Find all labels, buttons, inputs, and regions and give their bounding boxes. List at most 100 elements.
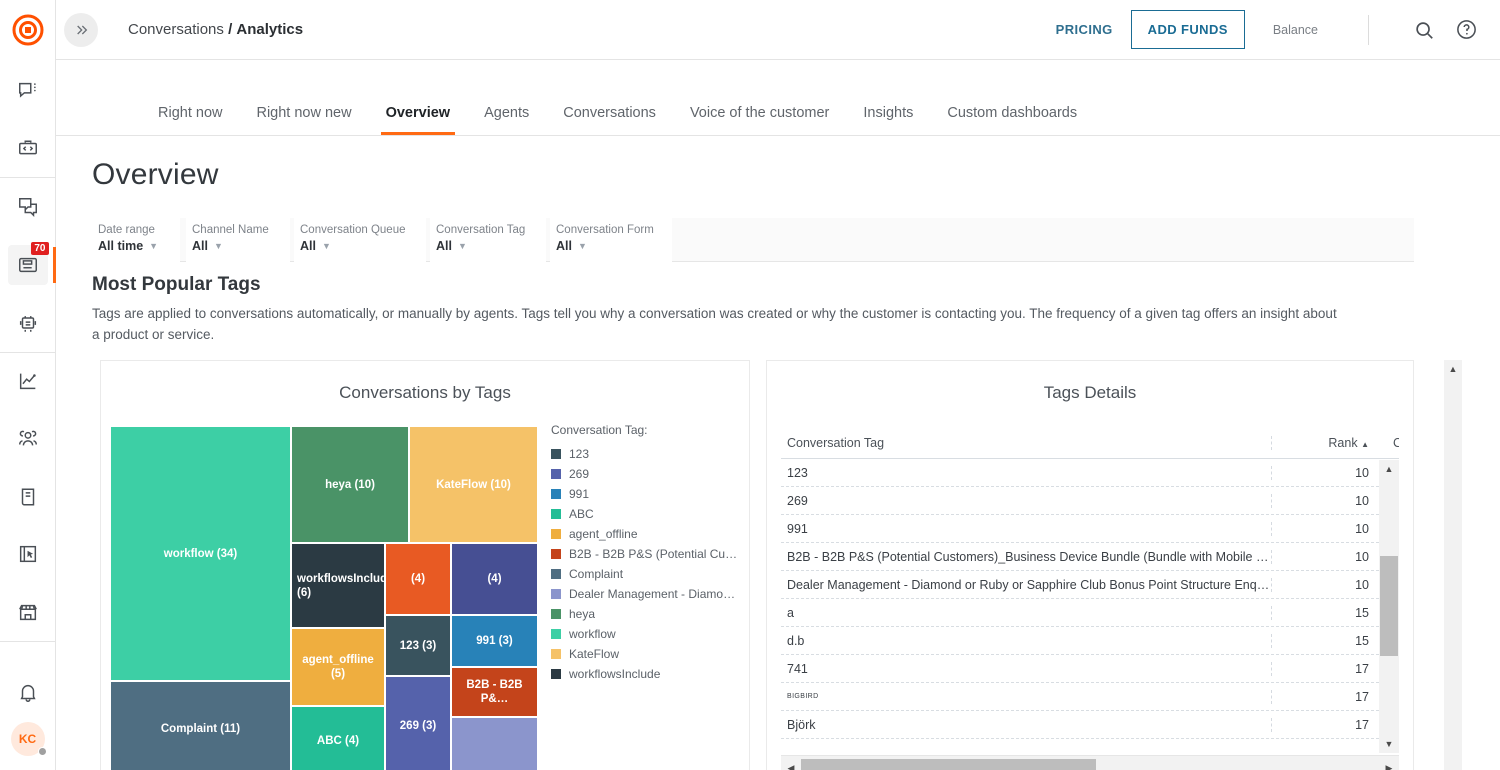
filter-value[interactable]: All▼ <box>300 239 416 253</box>
robot-icon <box>17 312 39 334</box>
legend-item[interactable]: 269 <box>551 464 741 484</box>
table-scroll-up-arrow[interactable]: ▲ <box>1379 460 1399 478</box>
table-row[interactable]: d.b15 <box>781 627 1399 655</box>
table-row[interactable]: B2B - B2B P&S (Potential Customers)_Busi… <box>781 543 1399 571</box>
page-scroll-up-arrow[interactable]: ▲ <box>1444 360 1462 378</box>
tab-conversations[interactable]: Conversations <box>563 105 656 135</box>
expand-sidebar-button[interactable] <box>64 13 98 47</box>
treemap-chart[interactable]: workflow (34)Complaint (11) heya (10)Kate… <box>111 427 539 770</box>
treemap-cell[interactable]: 269 (3) <box>386 677 452 770</box>
page-title: Overview <box>92 158 1500 192</box>
filter-conversation-form[interactable]: Conversation FormAll▼ <box>550 218 672 262</box>
legend-item[interactable]: B2B - B2B P&S (Potential Cust… <box>551 544 741 564</box>
column-header-rank[interactable]: Rank ▲ <box>1271 436 1379 450</box>
treemap-cell[interactable]: B2B - B2B P&… <box>452 668 539 718</box>
legend-item[interactable]: 123 <box>551 444 741 464</box>
treemap-cell[interactable]: 991 (3) <box>452 616 539 668</box>
table-scroll-left-arrow[interactable]: ◀ <box>781 756 801 770</box>
legend-label: 123 <box>569 447 589 461</box>
tab-insights[interactable]: Insights <box>863 105 913 135</box>
sidebar-item-reports[interactable] <box>8 362 48 402</box>
legend-item[interactable]: ABC <box>551 504 741 524</box>
sidebar-item-marketplace[interactable] <box>8 592 48 632</box>
table-horizontal-scroll-thumb[interactable] <box>801 759 1096 770</box>
filter-value[interactable]: All time▼ <box>98 239 170 253</box>
filter-channel-name[interactable]: Channel NameAll▼ <box>186 218 290 262</box>
legend-item[interactable]: 991 <box>551 484 741 504</box>
cell-rank: 15 <box>1271 634 1379 648</box>
treemap-cell[interactable] <box>452 718 539 770</box>
table-row[interactable]: 99110 <box>781 515 1399 543</box>
filter-value-text: All <box>192 239 208 253</box>
treemap-cell[interactable]: KateFlow (10) <box>410 427 539 544</box>
column-header-conversations[interactable]: Conversa <box>1379 436 1399 450</box>
legend-item[interactable]: heya <box>551 604 741 624</box>
filter-value[interactable]: All▼ <box>556 239 662 253</box>
help-button[interactable] <box>1455 18 1478 41</box>
treemap-cell[interactable]: workflow (34) <box>111 427 292 682</box>
legend-item[interactable]: agent_offline <box>551 524 741 544</box>
sidebar-item-teams[interactable] <box>8 419 48 459</box>
table-row[interactable]: Björk17 <box>781 711 1399 739</box>
legend-swatch <box>551 589 561 599</box>
breadcrumb-primary[interactable]: Conversations <box>128 21 224 38</box>
avatar[interactable]: KC <box>11 722 45 756</box>
chart-title: Conversations by Tags <box>101 361 749 403</box>
add-funds-button[interactable]: ADD FUNDS <box>1131 10 1245 49</box>
page-vertical-scrollbar[interactable]: ▲ ▼ <box>1444 360 1462 770</box>
tab-agents[interactable]: Agents <box>484 105 529 135</box>
sidebar-item-knowledge-base[interactable] <box>8 477 48 517</box>
table-row[interactable]: 74117 <box>781 655 1399 683</box>
app-logo[interactable] <box>12 14 44 46</box>
search-button[interactable] <box>1413 19 1435 41</box>
table-row[interactable]: Dealer Management - Diamond or Ruby or S… <box>781 571 1399 599</box>
tab-right-now-new[interactable]: Right now new <box>256 105 351 135</box>
notifications-button[interactable] <box>8 673 48 713</box>
treemap-cell[interactable]: ABC (4) <box>292 707 386 770</box>
top-bar: Conversations / Analytics PRICING ADD FU… <box>56 0 1500 60</box>
table-row[interactable]: BIGBIRD17 <box>781 683 1399 711</box>
table-scroll-right-arrow[interactable]: ▶ <box>1379 756 1399 770</box>
search-icon <box>1413 19 1435 41</box>
legend-item[interactable]: Complaint <box>551 564 741 584</box>
sidebar-item-messages[interactable] <box>8 71 48 111</box>
legend-item[interactable]: KateFlow <box>551 644 741 664</box>
sidebar-item-developer[interactable] <box>8 129 48 169</box>
treemap-cell[interactable]: (4) <box>452 544 539 616</box>
cell-conversation-tag: BIGBIRD <box>781 693 1271 700</box>
table-row[interactable]: 26910 <box>781 487 1399 515</box>
treemap-cell[interactable]: 123 (3) <box>386 616 452 677</box>
table-horizontal-scrollbar[interactable]: ◀ ▶ <box>781 755 1399 770</box>
filter-conversation-queue[interactable]: Conversation QueueAll▼ <box>294 218 426 262</box>
sidebar-item-conversations[interactable] <box>8 187 48 227</box>
tab-overview[interactable]: Overview <box>386 105 451 135</box>
sidebar-item-bots[interactable] <box>8 303 48 343</box>
treemap-cell[interactable]: agent_offline (5) <box>292 629 386 707</box>
tab-custom-dashboards[interactable]: Custom dashboards <box>947 105 1077 135</box>
treemap-cell[interactable]: (4) <box>386 544 452 616</box>
table-row[interactable]: 12310 <box>781 459 1399 487</box>
filter-conversation-tag[interactable]: Conversation TagAll▼ <box>430 218 546 262</box>
pricing-link[interactable]: PRICING <box>1056 22 1113 37</box>
treemap-cell[interactable]: workflowsInclude (6) <box>292 544 386 629</box>
cell-conversation-tag: d.b <box>781 634 1271 648</box>
sidebar-item-analytics[interactable]: 70 <box>8 245 48 285</box>
tab-right-now[interactable]: Right now <box>158 105 222 135</box>
tab-voice-of-the-customer[interactable]: Voice of the customer <box>690 105 829 135</box>
treemap-cell[interactable]: Complaint (11) <box>111 682 292 770</box>
filter-date-range[interactable]: Date rangeAll time▼ <box>92 218 180 262</box>
table-vertical-scroll-thumb[interactable] <box>1380 556 1398 656</box>
legend-item[interactable]: workflow <box>551 624 741 644</box>
conversations-by-tags-card: Conversations by Tags workflow (34)Compl… <box>100 360 750 770</box>
table-scroll-down-arrow[interactable]: ▼ <box>1379 735 1399 753</box>
treemap-cell[interactable]: heya (10) <box>292 427 410 544</box>
legend-swatch <box>551 669 561 679</box>
filter-value[interactable]: All▼ <box>436 239 536 253</box>
table-row[interactable]: a15 <box>781 599 1399 627</box>
legend-item[interactable]: workflowsInclude <box>551 664 741 684</box>
table-vertical-scrollbar[interactable]: ▲ ▼ <box>1379 460 1399 753</box>
legend-item[interactable]: Dealer Management - Diamond… <box>551 584 741 604</box>
column-header-conversation-tag[interactable]: Conversation Tag <box>781 436 1271 450</box>
sidebar-item-campaigns[interactable] <box>8 535 48 575</box>
filter-value[interactable]: All▼ <box>192 239 280 253</box>
